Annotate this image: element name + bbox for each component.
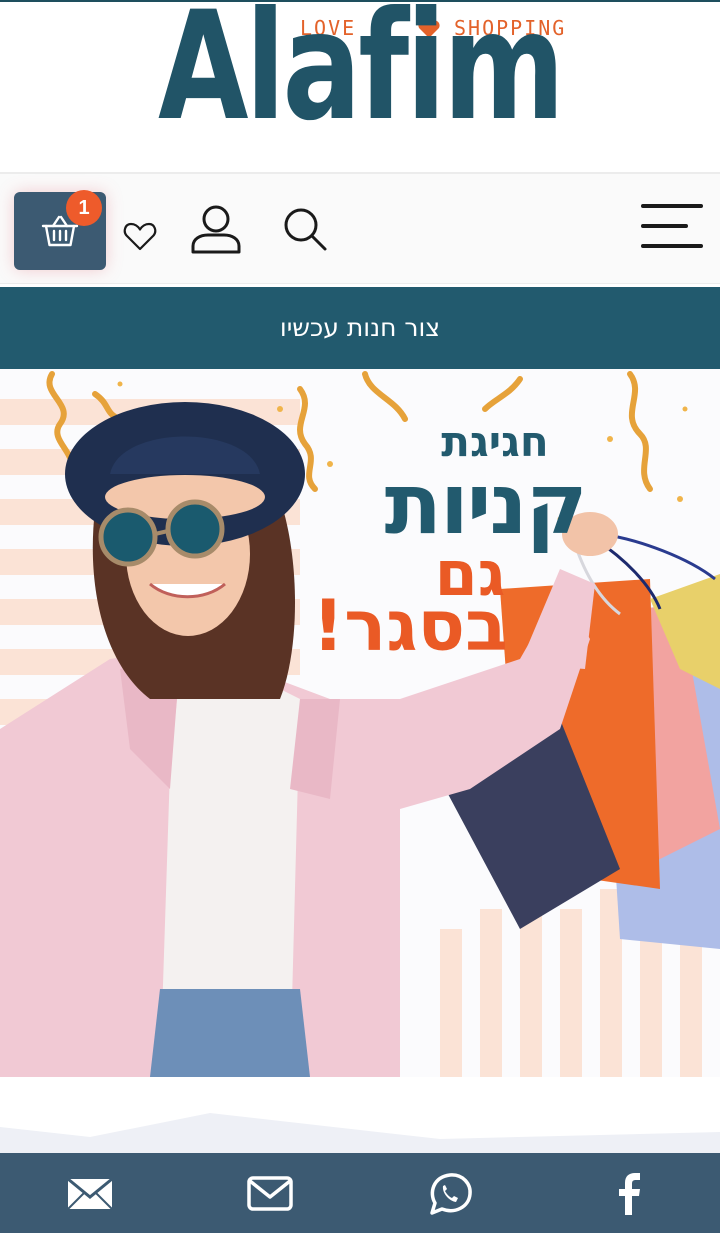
footer-mail-button[interactable] bbox=[64, 1171, 114, 1217]
footer-envelope-button[interactable] bbox=[245, 1171, 295, 1217]
footer-facebook-button[interactable] bbox=[605, 1171, 655, 1217]
hero-banner[interactable]: חגיגת קניות גם בסגר! bbox=[0, 369, 720, 1077]
mail-icon bbox=[67, 1177, 113, 1210]
user-icon bbox=[191, 205, 241, 254]
section-divider bbox=[0, 1077, 720, 1153]
heart-icon bbox=[123, 222, 157, 251]
logo-area: LOVE SHOPPING Alafim bbox=[0, 0, 720, 172]
header-toolbar: 1 bbox=[0, 172, 720, 284]
site-logo[interactable]: LOVE SHOPPING Alafim bbox=[158, 0, 565, 142]
whatsapp-icon bbox=[430, 1173, 472, 1215]
wishlist-button[interactable] bbox=[120, 216, 160, 256]
cart-count-badge: 1 bbox=[66, 190, 102, 226]
hamburger-menu-icon bbox=[641, 204, 703, 248]
envelope-icon bbox=[247, 1176, 293, 1211]
footer-contact-bar bbox=[0, 1153, 720, 1233]
footer-whatsapp-button[interactable] bbox=[425, 1171, 475, 1217]
logo-wordmark: Alafim bbox=[158, 0, 565, 154]
search-button[interactable] bbox=[280, 204, 330, 254]
search-icon bbox=[284, 208, 327, 251]
create-store-cta[interactable]: צור חנות עכשיו bbox=[0, 287, 720, 369]
wave-decoration bbox=[0, 1113, 720, 1153]
promo-headline-4: בסגר! bbox=[312, 585, 508, 667]
account-button[interactable] bbox=[188, 202, 244, 258]
hero-illustration bbox=[0, 371, 720, 1077]
menu-button[interactable] bbox=[636, 202, 706, 254]
facebook-icon bbox=[619, 1173, 640, 1215]
